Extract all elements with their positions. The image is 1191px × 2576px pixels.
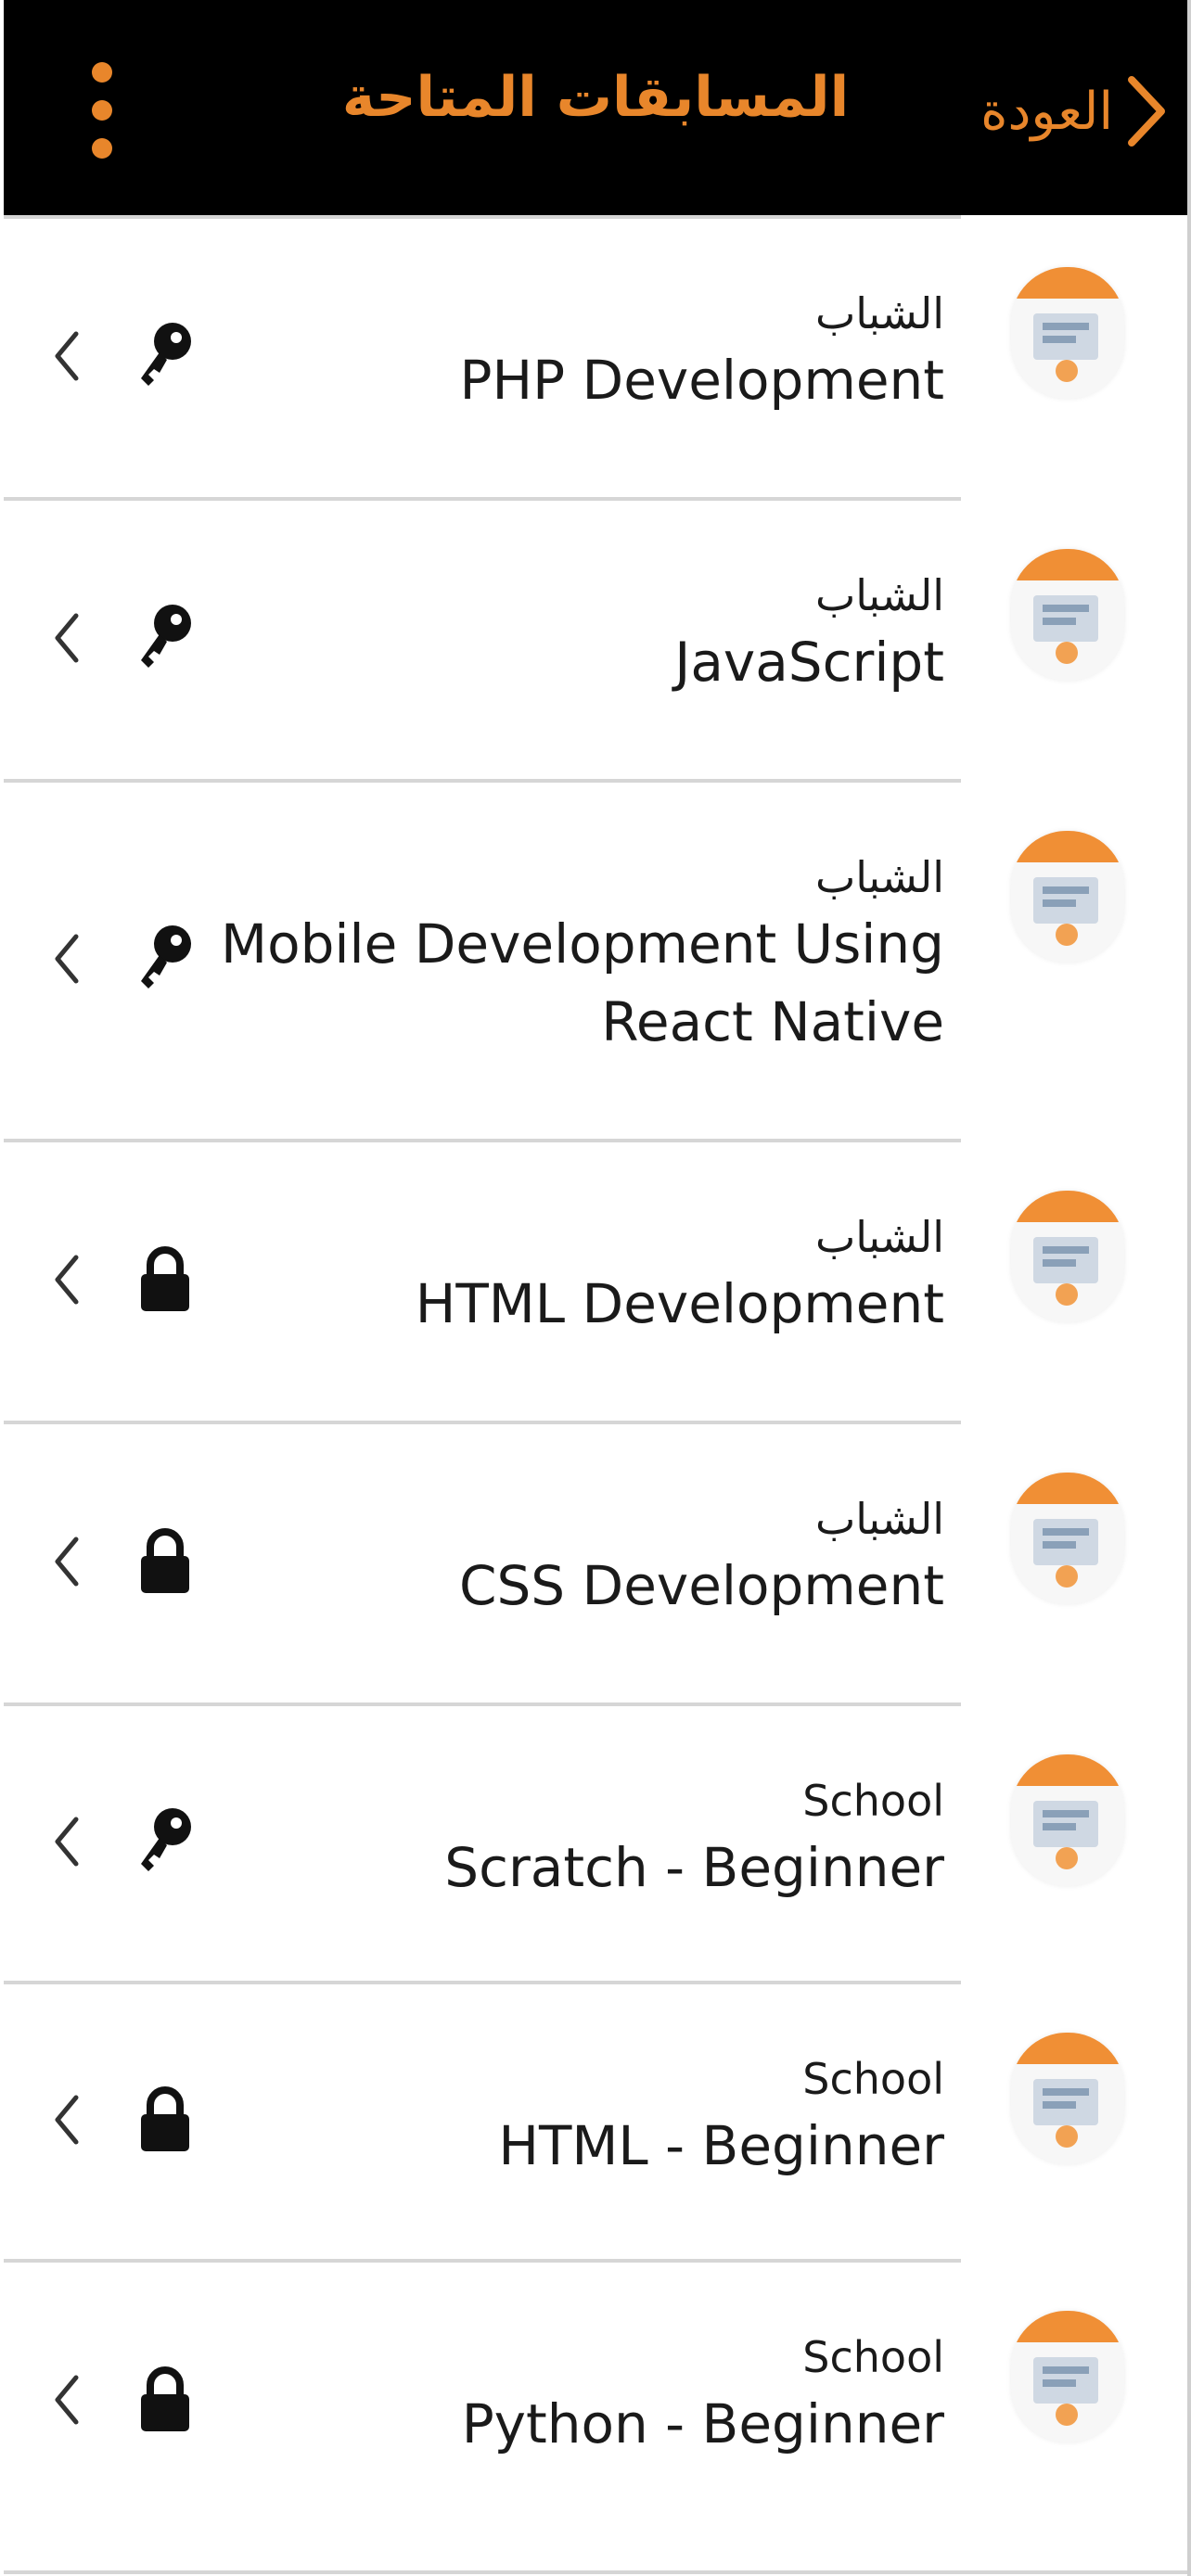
course-thumbnail <box>1011 831 1124 963</box>
row-divider <box>4 497 961 501</box>
row-divider <box>4 1702 961 1706</box>
row-divider <box>4 215 961 219</box>
course-name: Python - Beginner <box>461 2392 944 2455</box>
key-icon <box>135 321 195 391</box>
list-item[interactable]: School Python - Beginner <box>0 2259 1191 2541</box>
list-bottom-divider <box>4 2570 1187 2574</box>
list-item[interactable]: School HTML - Beginner <box>0 1981 1191 2259</box>
lock-icon <box>135 1244 195 1315</box>
course-text: الشباب JavaScript <box>213 567 944 701</box>
key-icon <box>135 603 195 673</box>
list-item[interactable]: الشباب CSS Development <box>0 1421 1191 1702</box>
course-name: Scratch - Beginner <box>444 1836 944 1899</box>
page-title: المسابقات المتاحة <box>341 65 850 130</box>
list-item[interactable]: الشباب JavaScript <box>0 497 1191 779</box>
row-divider <box>4 1981 961 1984</box>
more-options-icon[interactable] <box>83 59 121 161</box>
course-text: School Scratch - Beginner <box>213 1773 944 1906</box>
course-name: HTML Development <box>415 1272 944 1335</box>
course-thumbnail <box>1011 549 1124 681</box>
chevron-left-icon[interactable] <box>52 328 82 384</box>
course-name: HTML - Beginner <box>498 2114 944 2177</box>
course-name: JavaScript <box>674 631 944 694</box>
top-bar: العودة المسابقات المتاحة <box>4 0 1187 215</box>
course-text: الشباب Mobile Development Using React Nat… <box>213 849 944 1061</box>
chevron-left-icon[interactable] <box>52 1814 82 1869</box>
list-item[interactable]: الشباب HTML Development <box>0 1139 1191 1421</box>
lock-icon <box>135 2365 195 2435</box>
lock-icon <box>135 1526 195 1597</box>
row-divider <box>4 1421 961 1424</box>
chevron-left-icon[interactable] <box>52 2372 82 2428</box>
course-text: الشباب PHP Development <box>213 286 944 419</box>
row-divider <box>4 2259 961 2263</box>
course-name: PHP Development <box>459 349 944 412</box>
chevron-left-icon[interactable] <box>52 1252 82 1307</box>
chevron-left-icon[interactable] <box>52 610 82 666</box>
course-category: الشباب <box>814 1212 944 1262</box>
course-category: الشباب <box>814 288 944 338</box>
course-category: School <box>802 2332 944 2382</box>
course-category: الشباب <box>814 1494 944 1544</box>
course-text: الشباب CSS Development <box>213 1491 944 1625</box>
course-category: School <box>802 2054 944 2104</box>
course-thumbnail <box>1011 1473 1124 1604</box>
course-category: الشباب <box>814 852 944 902</box>
key-icon <box>135 1806 195 1877</box>
course-text: الشباب HTML Development <box>213 1209 944 1343</box>
course-text: School HTML - Beginner <box>213 2051 944 2185</box>
course-thumbnail <box>1011 1191 1124 1322</box>
course-category: School <box>802 1776 944 1826</box>
course-thumbnail <box>1011 1754 1124 1886</box>
course-name: Mobile Development Using React Native <box>221 912 944 1053</box>
list-item[interactable]: الشباب PHP Development <box>0 215 1191 497</box>
course-thumbnail <box>1011 2033 1124 2164</box>
row-divider <box>4 779 961 783</box>
competition-list: الشباب PHP Development الشباب JavaScript الش… <box>0 215 1191 2541</box>
chevron-left-icon[interactable] <box>52 931 82 987</box>
course-text: School Python - Beginner <box>213 2329 944 2463</box>
course-category: الشباب <box>814 570 944 620</box>
chevron-left-icon[interactable] <box>52 2092 82 2148</box>
lock-icon <box>135 2085 195 2155</box>
key-icon <box>135 924 195 994</box>
course-thumbnail <box>1011 2311 1124 2442</box>
row-divider <box>4 1139 961 1142</box>
course-name: CSS Development <box>458 1554 944 1617</box>
list-item[interactable]: الشباب Mobile Development Using React Nat… <box>0 779 1191 1139</box>
list-item[interactable]: School Scratch - Beginner <box>0 1702 1191 1981</box>
course-thumbnail <box>1011 267 1124 399</box>
chevron-left-icon[interactable] <box>52 1534 82 1589</box>
